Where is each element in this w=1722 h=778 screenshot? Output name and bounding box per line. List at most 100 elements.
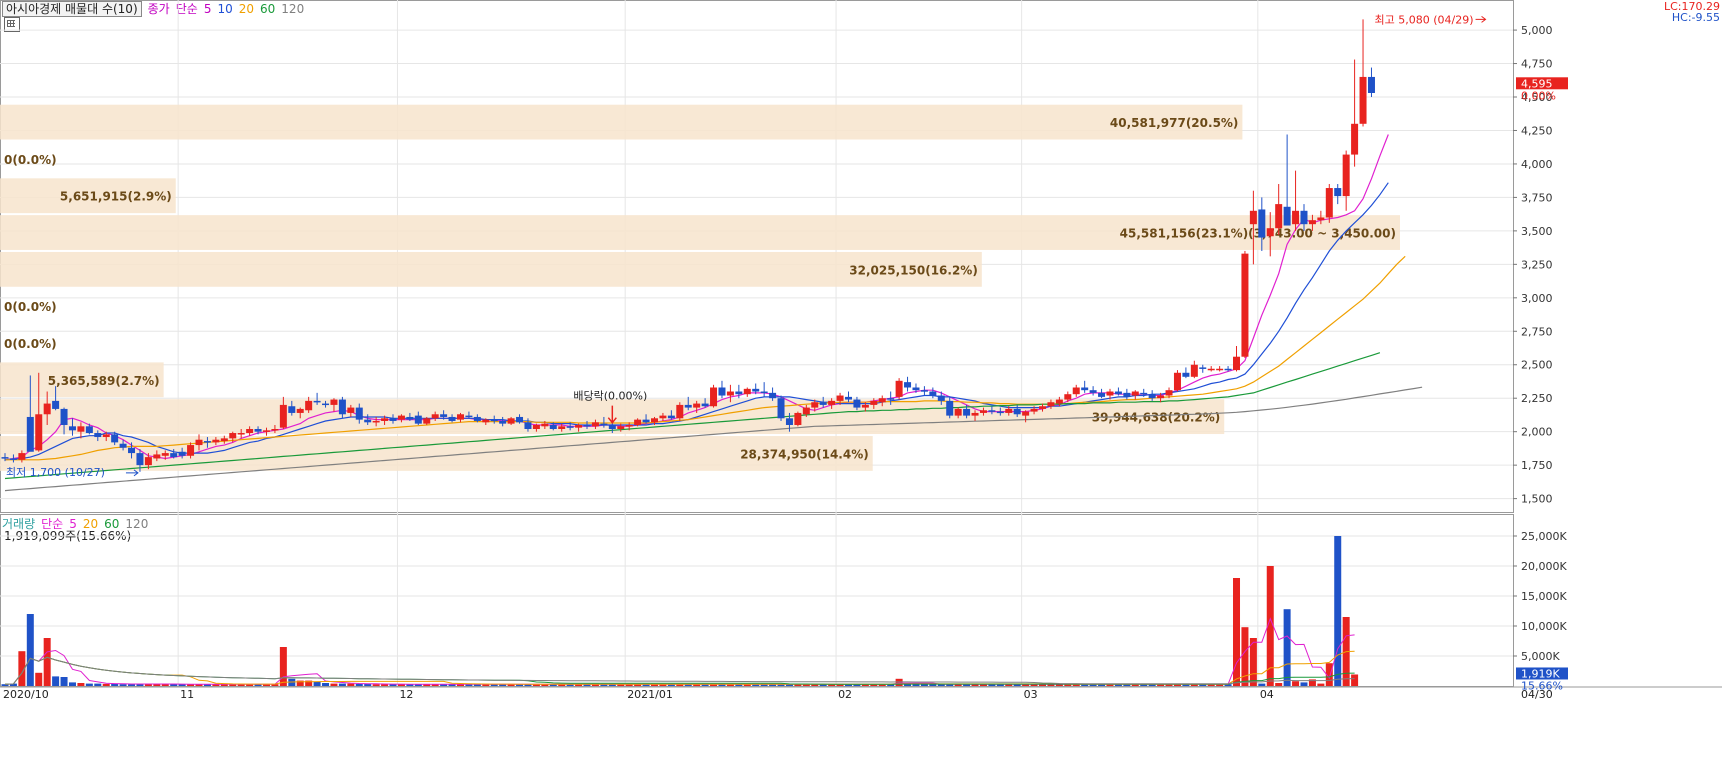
candle-body <box>1216 368 1224 371</box>
candle-body <box>9 458 17 460</box>
candle-body <box>1123 392 1131 397</box>
candle-body <box>43 403 51 415</box>
candle-body <box>381 418 389 421</box>
candle-body <box>1233 356 1241 371</box>
candle-body <box>372 420 380 423</box>
candle-body <box>516 416 524 423</box>
candle-body <box>954 408 962 416</box>
candle-body <box>414 415 422 424</box>
candle-body <box>920 390 928 392</box>
candle-body <box>1300 210 1308 225</box>
candle-body <box>625 424 633 427</box>
volume-tick-label: 15,000K <box>1521 590 1567 603</box>
x-tick-label: 2021/01 <box>627 688 673 701</box>
volume-bar <box>313 681 321 686</box>
volume-bar <box>1317 683 1325 686</box>
candle-body <box>549 424 557 430</box>
candle-body <box>355 407 363 420</box>
volume-bar <box>94 683 102 686</box>
candle-body <box>35 414 43 451</box>
candle-body <box>279 404 287 428</box>
volume-profile-label: 28,374,950(14.4%) <box>740 447 869 461</box>
hc-label: HC:-9.55 <box>1672 11 1720 24</box>
price-tick-label: 3,750 <box>1521 191 1553 204</box>
candle-body <box>735 391 743 395</box>
candle-body <box>322 403 330 406</box>
candle-body <box>566 426 574 428</box>
candle-body <box>836 395 844 401</box>
candle-body <box>448 416 456 421</box>
volume-tick-label: 10,000K <box>1521 620 1567 633</box>
volume-profile-label: 5,651,915(2.9%) <box>60 190 172 204</box>
candle-body <box>170 453 178 458</box>
candle-body <box>212 439 220 443</box>
candle-body <box>482 419 490 423</box>
volume-tick-label: 20,000K <box>1521 560 1567 573</box>
volume-bar <box>111 683 119 686</box>
price-tick-label: 2,500 <box>1521 359 1553 372</box>
price-tick-label: 3,500 <box>1521 225 1553 238</box>
price-tick-label: 2,000 <box>1521 426 1553 439</box>
candle-body <box>912 387 920 391</box>
candle-body <box>769 392 777 399</box>
candle-body <box>811 402 819 408</box>
candle-body <box>1140 392 1148 395</box>
candle-body <box>1114 391 1122 395</box>
candle-body <box>828 400 836 405</box>
candle-body <box>794 412 802 425</box>
candle-body <box>988 410 996 412</box>
candle-body <box>1064 394 1072 400</box>
volume-profile-band <box>0 104 1243 140</box>
price-tick-label: 3,000 <box>1521 292 1553 305</box>
candle-body <box>752 388 760 392</box>
x-tick-label: 11 <box>180 688 194 701</box>
candle-body <box>305 400 313 411</box>
price-tick-label: 1,500 <box>1521 493 1553 506</box>
volume-bar <box>35 672 43 686</box>
candle-body <box>338 399 346 415</box>
volume-bar <box>1351 674 1359 686</box>
candle-body <box>642 419 650 423</box>
candle-body <box>676 404 684 419</box>
candle-body <box>718 387 726 396</box>
candle-body <box>1055 399 1063 404</box>
candle-body <box>144 457 152 466</box>
candle-body <box>111 434 119 443</box>
candle-body <box>161 453 169 456</box>
x-tick-label: 02 <box>838 688 852 701</box>
volume-bar <box>1283 609 1291 686</box>
volume-bar <box>372 684 380 686</box>
candle-body <box>499 420 507 424</box>
candle-body <box>456 414 464 420</box>
candle-body <box>1182 372 1190 377</box>
price-tick-label: 4,250 <box>1521 124 1553 137</box>
candle-body <box>819 402 827 405</box>
candle-body <box>1081 387 1089 391</box>
candle-body <box>1106 391 1114 396</box>
candle-body <box>684 404 692 408</box>
volume-profile-label: 0(0.0%) <box>4 153 57 167</box>
volume-ma-5 <box>4 617 1355 685</box>
candle-body <box>726 391 734 396</box>
candle-body <box>650 418 658 423</box>
candle-body <box>1199 367 1207 369</box>
volume-ma-120 <box>4 656 1355 685</box>
candle-body <box>937 395 945 401</box>
x-tick-label: 03 <box>1024 688 1038 701</box>
volume-bar <box>347 683 355 686</box>
volume-profile-label: 0(0.0%) <box>4 337 57 351</box>
candle-body <box>1283 206 1291 226</box>
volume-profile-label: 40,581,977(20.5%) <box>1110 116 1239 130</box>
candle-body <box>389 418 397 421</box>
candle-body <box>262 430 270 432</box>
price-tick-label: 3,250 <box>1521 258 1553 271</box>
candle-body <box>1266 228 1274 237</box>
candle-body <box>760 391 768 394</box>
chart-canvas: 1,500 1,750 2,000 2,250 2,500 2,750 3,000 3,250… <box>0 0 1722 701</box>
candle-body <box>85 426 93 434</box>
candle-body <box>1022 411 1030 416</box>
candle-body <box>507 418 515 424</box>
candle-body <box>52 400 60 409</box>
candle-body <box>1367 76 1375 93</box>
volume-bar <box>60 677 68 686</box>
